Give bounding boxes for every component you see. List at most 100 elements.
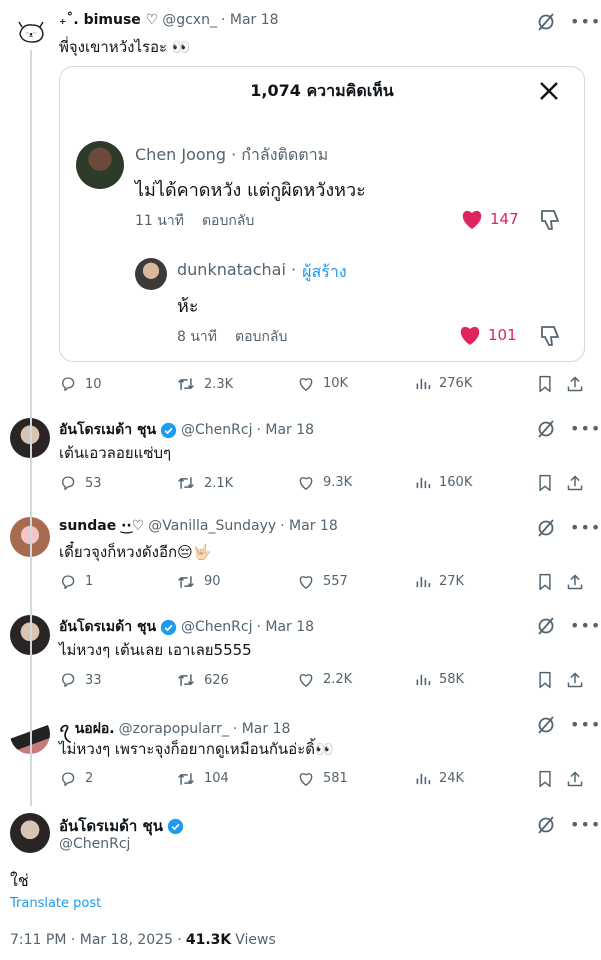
author-name[interactable]: อันโดรเมด้า ชุน: [59, 419, 156, 441]
author-name[interactable]: sundae ·͜·♡: [59, 518, 144, 534]
author-name[interactable]: อันโดรเมด้า ชุน: [59, 814, 163, 838]
bookmark-icon: [539, 573, 551, 590]
reply-like-button[interactable]: 101: [458, 324, 517, 346]
author-handle[interactable]: @ChenRcj: [181, 422, 252, 438]
repost-icon: [178, 477, 194, 489]
repost-icon: [178, 575, 194, 588]
grok-icon[interactable]: [536, 419, 556, 439]
translate-link[interactable]: Translate post: [10, 896, 101, 911]
tweet-actions: 10 2.3K 10K 276K: [59, 375, 591, 397]
author-handle[interactable]: @ChenRcj: [59, 836, 130, 852]
author-name[interactable]: ₊˚. bimuse ♡: [59, 12, 158, 28]
bookmark-button[interactable]: [537, 375, 553, 393]
likes-count: 557: [323, 573, 348, 589]
more-icon[interactable]: •••: [570, 817, 601, 833]
bookmark-button[interactable]: [537, 770, 553, 788]
like-button[interactable]: 557: [297, 573, 348, 590]
dislike-icon[interactable]: [538, 324, 562, 348]
tweet-header-actions: •••: [536, 616, 601, 636]
bookmark-button[interactable]: [537, 573, 553, 591]
tweet-header: อันโดรเมด้า ชุน @ChenRcj · Mar 18: [59, 616, 314, 638]
views-button[interactable]: 276K: [415, 375, 472, 392]
grok-icon[interactable]: [536, 518, 556, 538]
reply-text: ห้ะ: [177, 296, 199, 317]
comment-author[interactable]: Chen Joong · กำลังติดตาม: [135, 143, 328, 168]
share-button[interactable]: [566, 671, 584, 689]
views-button[interactable]: 160K: [415, 474, 472, 491]
likes-count: 581: [323, 770, 348, 786]
views-button[interactable]: 27K: [415, 573, 464, 590]
reply-button[interactable]: ตอบกลับ: [202, 210, 254, 232]
svg-text:ᵔᴥᵔ: ᵔᴥᵔ: [26, 31, 36, 39]
heart-icon: [299, 477, 313, 490]
reply-button[interactable]: 2: [59, 770, 93, 788]
repost-button[interactable]: 90: [176, 573, 221, 591]
reply-button[interactable]: 53: [59, 474, 102, 492]
tweet-date[interactable]: · Mar 18: [233, 721, 291, 737]
heart-icon: [299, 674, 313, 687]
replies-count: 1: [85, 574, 94, 589]
repost-icon: [178, 674, 194, 686]
tweet-date[interactable]: · Mar 18: [256, 619, 314, 635]
repost-button[interactable]: 2.3K: [176, 375, 233, 393]
bookmark-icon: [539, 375, 551, 393]
reposts-count: 2.1K: [204, 475, 234, 491]
grok-icon[interactable]: [536, 715, 556, 735]
views-button[interactable]: 24K: [415, 770, 464, 787]
like-button[interactable]: 581: [297, 770, 348, 787]
views-count: 27K: [439, 573, 465, 589]
more-icon[interactable]: •••: [570, 716, 601, 733]
dislike-icon[interactable]: [538, 208, 562, 232]
grok-icon[interactable]: [536, 12, 556, 32]
tweet-date[interactable]: · Mar 18: [221, 12, 279, 28]
reply-author[interactable]: dunknatachai ·: [177, 260, 296, 285]
more-icon[interactable]: •••: [570, 519, 601, 536]
bookmark-button[interactable]: [537, 474, 553, 492]
tweet-header: อันโดรเมด้า ชุน @ChenRcj · Mar 18: [59, 419, 314, 441]
reply-button[interactable]: 1: [59, 573, 93, 591]
repost-button[interactable]: 626: [176, 671, 229, 689]
bookmark-button[interactable]: [537, 671, 553, 689]
reply-button[interactable]: 33: [59, 671, 102, 689]
repost-button[interactable]: 104: [176, 770, 229, 788]
share-button[interactable]: [566, 573, 584, 591]
timestamp[interactable]: 7:11 PM · Mar 18, 2025 ·: [10, 932, 182, 948]
share-button[interactable]: [566, 375, 584, 393]
tweet-date[interactable]: · Mar 18: [256, 422, 314, 438]
share-button[interactable]: [566, 474, 584, 492]
repost-button[interactable]: 2.1K: [176, 474, 233, 492]
avatar[interactable]: [10, 813, 50, 853]
grok-icon[interactable]: [536, 815, 556, 835]
comment-like-button[interactable]: 147: [460, 208, 519, 230]
thread-line: [30, 48, 32, 408]
likes-count: 9.3K: [323, 475, 353, 490]
share-button[interactable]: [566, 770, 584, 788]
views-icon: [416, 477, 431, 489]
like-button[interactable]: 10K: [297, 375, 348, 392]
close-icon[interactable]: [537, 79, 561, 103]
reply-button[interactable]: 10: [59, 375, 102, 393]
heart-filled-icon: [462, 210, 482, 229]
more-icon[interactable]: •••: [570, 618, 601, 634]
avatar: [135, 258, 167, 290]
more-icon[interactable]: •••: [570, 14, 601, 30]
heart-icon: [299, 772, 313, 786]
author-name[interactable]: อันโดรเมด้า ชุน: [59, 616, 156, 638]
author-handle[interactable]: @ChenRcj: [181, 619, 252, 635]
author-handle[interactable]: @zorapopularr_: [119, 721, 229, 737]
reply-button[interactable]: ตอบกลับ: [235, 326, 287, 348]
author-handle[interactable]: @gcxn_: [162, 12, 217, 28]
author-handle[interactable]: @Vanilla_Sundayy: [148, 518, 276, 534]
views-button[interactable]: 58K: [415, 671, 464, 688]
verified-badge-icon: [160, 422, 177, 438]
replies-count: 10: [85, 376, 102, 392]
grok-icon[interactable]: [536, 616, 556, 636]
more-icon[interactable]: •••: [570, 421, 601, 437]
tweet-header: ₊˚. bimuse ♡ @gcxn_ · Mar 18: [59, 12, 279, 28]
like-button[interactable]: 9.3K: [297, 474, 352, 491]
tweet-date[interactable]: · Mar 18: [280, 518, 338, 534]
like-button[interactable]: 2.2K: [297, 671, 352, 688]
quoted-comment-card[interactable]: 1,074 ความคิดเห็น Chen Joong · กำลังติดต…: [59, 66, 585, 362]
avatar[interactable]: ᵔᴥᵔ: [12, 12, 50, 50]
views-icon: [416, 773, 431, 784]
